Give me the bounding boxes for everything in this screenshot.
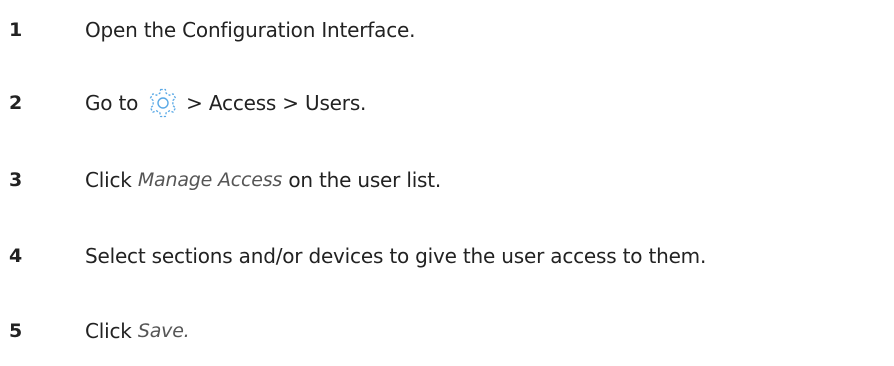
- gear-icon: [146, 86, 180, 120]
- step-number: 3: [9, 169, 23, 191]
- step-text-before-icon: Go to: [85, 91, 139, 115]
- step-text: Go to > Access > Users.: [85, 86, 366, 120]
- step-number: 5: [9, 320, 23, 342]
- step-text-before: Click: [85, 168, 132, 192]
- ui-term-manage-access: Manage Access: [137, 169, 283, 191]
- instruction-steps: 1 Open the Configuration Interface. 2 Go…: [0, 0, 894, 366]
- step-text-content: Open the Configuration Interface.: [85, 18, 416, 42]
- step-text-after-icon: > Access > Users.: [186, 91, 367, 115]
- step-number: 2: [9, 92, 23, 114]
- step-text: Open the Configuration Interface.: [85, 18, 415, 42]
- step-text: Click Manage Access on the user list.: [85, 168, 441, 192]
- step-text-before: Click: [85, 319, 132, 343]
- ui-term-save: Save.: [137, 320, 190, 342]
- step-text: Select sections and/or devices to give t…: [85, 244, 706, 268]
- step-text: Click Save.: [85, 319, 190, 343]
- step-text-after: on the user list.: [288, 168, 442, 192]
- step-number: 1: [9, 19, 23, 41]
- step-number: 4: [9, 245, 23, 267]
- step-text-content: Select sections and/or devices to give t…: [85, 244, 707, 268]
